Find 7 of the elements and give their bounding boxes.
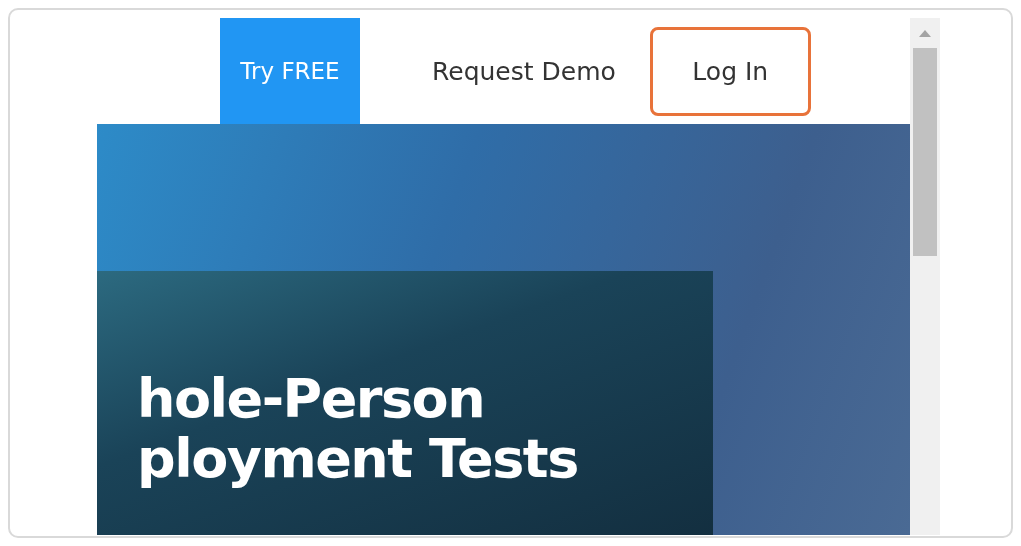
- scrollbar-thumb[interactable]: [913, 48, 937, 256]
- scroll-up-icon[interactable]: [919, 30, 931, 37]
- scrollbar[interactable]: [910, 18, 940, 535]
- hero-headline: ployment Tests: [137, 429, 578, 489]
- request-demo-link[interactable]: Request Demo: [422, 56, 626, 86]
- hero-headline: hole-Person: [137, 369, 485, 429]
- log-in-link[interactable]: Log In: [649, 26, 811, 116]
